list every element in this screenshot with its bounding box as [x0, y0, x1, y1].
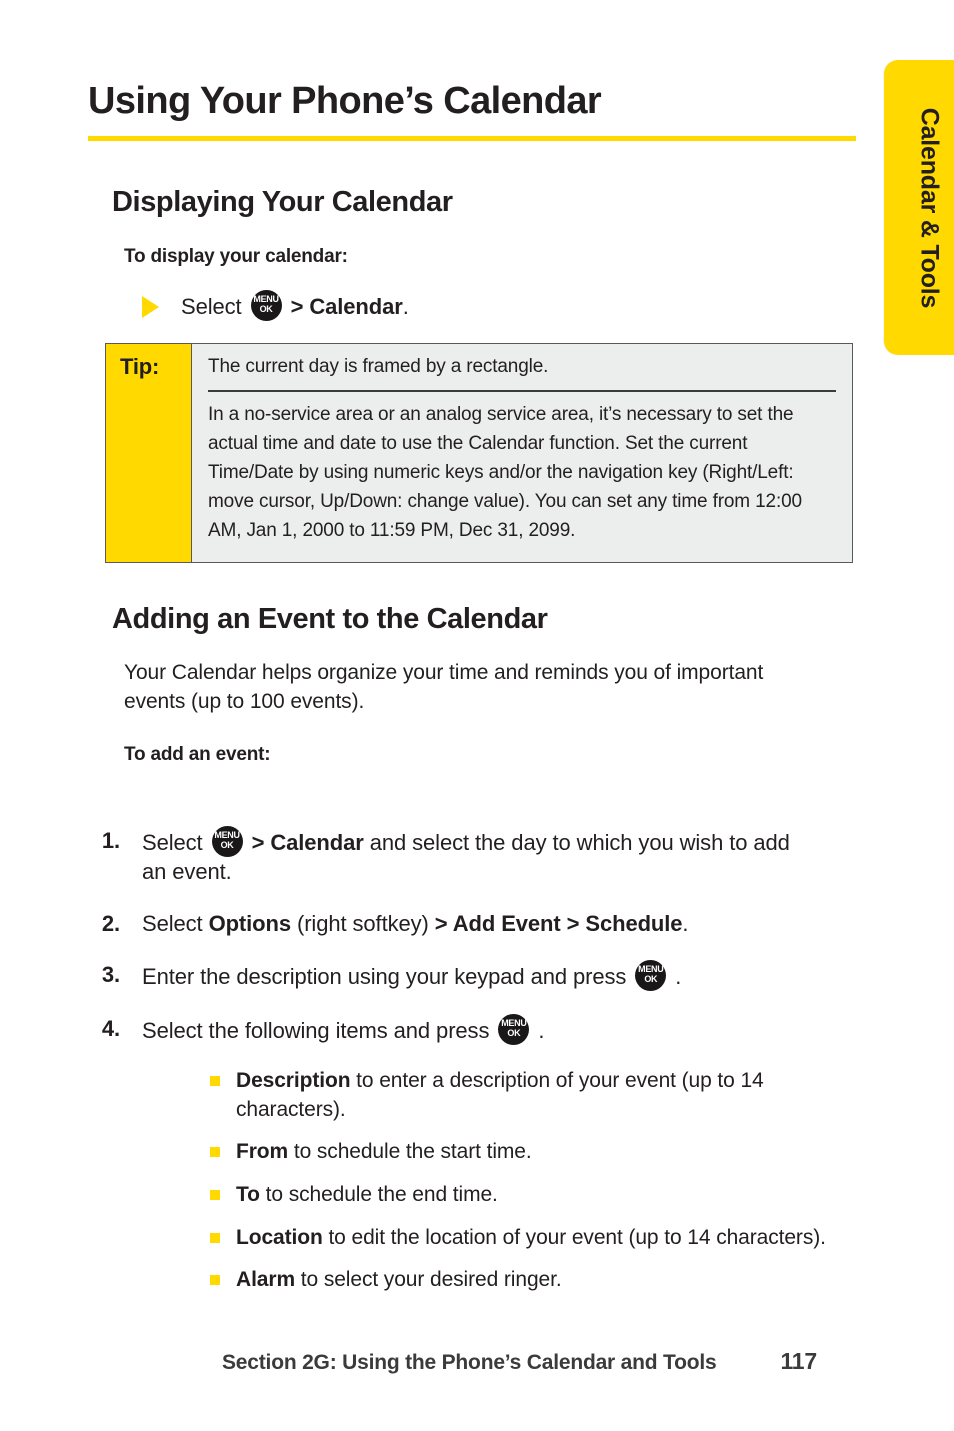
list-item: From to schedule the start time.: [0, 1138, 954, 1167]
step-bold-target: Calendar: [309, 293, 403, 319]
title-underline-rule: [88, 135, 856, 141]
subheading-to-add-an-event: To add an event:: [124, 744, 271, 766]
step-item-1: 1. Select MENU OK > Calendar and select t…: [0, 826, 954, 887]
display-calendar-step: Select MENU OK > Calendar.: [142, 289, 856, 322]
tip-box: Tip: The current day is framed by a rect…: [105, 343, 853, 563]
list-item-text: To to schedule the end time.: [236, 1181, 856, 1210]
step-text: Select Options (right softkey) > Add Eve…: [142, 909, 802, 938]
list-item-text: From to schedule the start time.: [236, 1138, 856, 1167]
menu-ok-key-icon: MENU OK: [250, 289, 282, 321]
field-desc: to edit the location of your event (up t…: [322, 1225, 826, 1249]
step2-bold-options: Options: [208, 910, 292, 936]
page-title: Using Your Phone’s Calendar: [88, 80, 602, 122]
tip-text-secondary: In a no-service area or an analog servic…: [208, 404, 802, 541]
step1-pre: Select: [142, 830, 209, 855]
step-number: 1.: [101, 828, 120, 853]
side-tab-calendar-and-tools: Calendar & Tools: [884, 60, 954, 355]
menu-ok-key-icon: MENU OK: [498, 1013, 530, 1045]
square-bullet-icon: [210, 1232, 220, 1243]
field-term: Description: [236, 1069, 351, 1093]
list-item-text: Location to edit the location of your ev…: [236, 1224, 856, 1253]
menu-ok-key-top-label: MENU: [253, 293, 279, 304]
page-footer: Section 2G: Using the Phone’s Calendar a…: [222, 1348, 912, 1375]
add-event-steps: 1. Select MENU OK > Calendar and select t…: [0, 826, 954, 1309]
step1-bold: Calendar: [270, 830, 364, 855]
list-item: Location to edit the location of your ev…: [0, 1224, 954, 1253]
step-number: 2.: [101, 910, 120, 936]
list-item: Alarm to select your desired ringer.: [0, 1266, 954, 1295]
square-bullet-icon: [210, 1275, 220, 1286]
list-item: Description to enter a description of yo…: [0, 1067, 954, 1124]
tip-body: The current day is framed by a rectangle…: [192, 344, 852, 561]
step2-separator-1: >: [434, 910, 453, 936]
field-term: To: [236, 1182, 260, 1206]
step4-pre: Select the following items and press: [142, 1017, 496, 1043]
list-item-text: Alarm to select your desired ringer.: [236, 1266, 856, 1295]
square-bullet-icon: [210, 1189, 220, 1200]
step-number: 3.: [101, 962, 120, 988]
field-desc: to schedule the end time.: [259, 1182, 498, 1206]
step3-pre: Enter the description using your keypad …: [142, 964, 633, 990]
display-calendar-step-text: Select MENU OK > Calendar.: [181, 289, 409, 322]
menu-ok-key-bottom-label: OK: [259, 303, 273, 314]
field-desc: to select your desired ringer.: [295, 1268, 562, 1292]
heading-adding-an-event: Adding an Event to the Calendar: [112, 602, 548, 635]
tip-label: Tip:: [120, 354, 160, 380]
side-tab-label: Calendar & Tools: [915, 107, 944, 308]
step-separator: >: [284, 293, 310, 319]
menu-ok-key-top-label: MENU: [214, 830, 240, 840]
menu-ok-key-top-label: MENU: [501, 1017, 527, 1028]
heading-displaying-your-calendar: Displaying Your Calendar: [112, 185, 453, 218]
step2-pre: Select: [142, 910, 209, 936]
step3-post: .: [669, 964, 682, 990]
field-term: Alarm: [236, 1268, 296, 1292]
menu-ok-key-bottom-label: OK: [220, 840, 234, 850]
adding-intro-paragraph: Your Calendar helps organize your time a…: [124, 660, 764, 714]
footer-section-title: Section 2G: Using the Phone’s Calendar a…: [222, 1351, 717, 1374]
step2-separator-2: >: [566, 910, 586, 936]
page-content: Using Your Phone’s Calendar Displaying Y…: [88, 80, 856, 766]
list-item-text: Description to enter a description of yo…: [236, 1067, 856, 1124]
menu-ok-key-bottom-label: OK: [644, 974, 658, 985]
field-desc: to schedule the start time.: [288, 1140, 532, 1164]
menu-ok-key-icon: MENU OK: [211, 826, 243, 857]
list-item: To to schedule the end time.: [0, 1181, 954, 1210]
step2-bold-schedule: Schedule: [585, 910, 683, 936]
field-term: From: [236, 1140, 289, 1164]
event-field-list: Description to enter a description of yo…: [0, 1067, 954, 1294]
step-text: Select MENU OK > Calendar and select the …: [142, 826, 802, 887]
step-text: Enter the description using your keypad …: [142, 960, 802, 992]
step-number: 4.: [101, 1015, 120, 1041]
menu-ok-key-top-label: MENU: [638, 964, 664, 975]
step-item-3: 3. Enter the description using your keyp…: [0, 960, 954, 992]
manual-page: Calendar & Tools Using Your Phone’s Cale…: [0, 0, 954, 1431]
square-bullet-icon: [210, 1076, 220, 1087]
square-bullet-icon: [210, 1147, 220, 1158]
step-suffix: .: [402, 293, 409, 319]
subheading-to-display-your-calendar: To display your calendar:: [124, 245, 348, 267]
step-prefix-text: Select: [181, 293, 248, 319]
step2-post: .: [682, 910, 689, 936]
footer-page-number: 117: [780, 1348, 817, 1374]
step1-separator: >: [245, 830, 271, 855]
step-item-4: 4. Select the following items and press …: [0, 1013, 954, 1045]
tip-text-primary: The current day is framed by a rectangle…: [208, 354, 836, 393]
triangle-bullet-icon: [142, 295, 159, 318]
step2-mid: (right softkey): [290, 910, 435, 936]
step-item-2: 2. Select Options (right softkey) > Add …: [0, 909, 954, 938]
field-term: Location: [236, 1225, 323, 1249]
step-text: Select the following items and press MEN…: [142, 1013, 802, 1045]
tip-label-cell: Tip:: [106, 344, 192, 562]
step2-bold-add-event: Add Event: [452, 910, 567, 936]
menu-ok-key-icon: MENU OK: [635, 960, 667, 992]
menu-ok-key-bottom-label: OK: [507, 1027, 521, 1038]
step4-post: .: [532, 1017, 545, 1043]
